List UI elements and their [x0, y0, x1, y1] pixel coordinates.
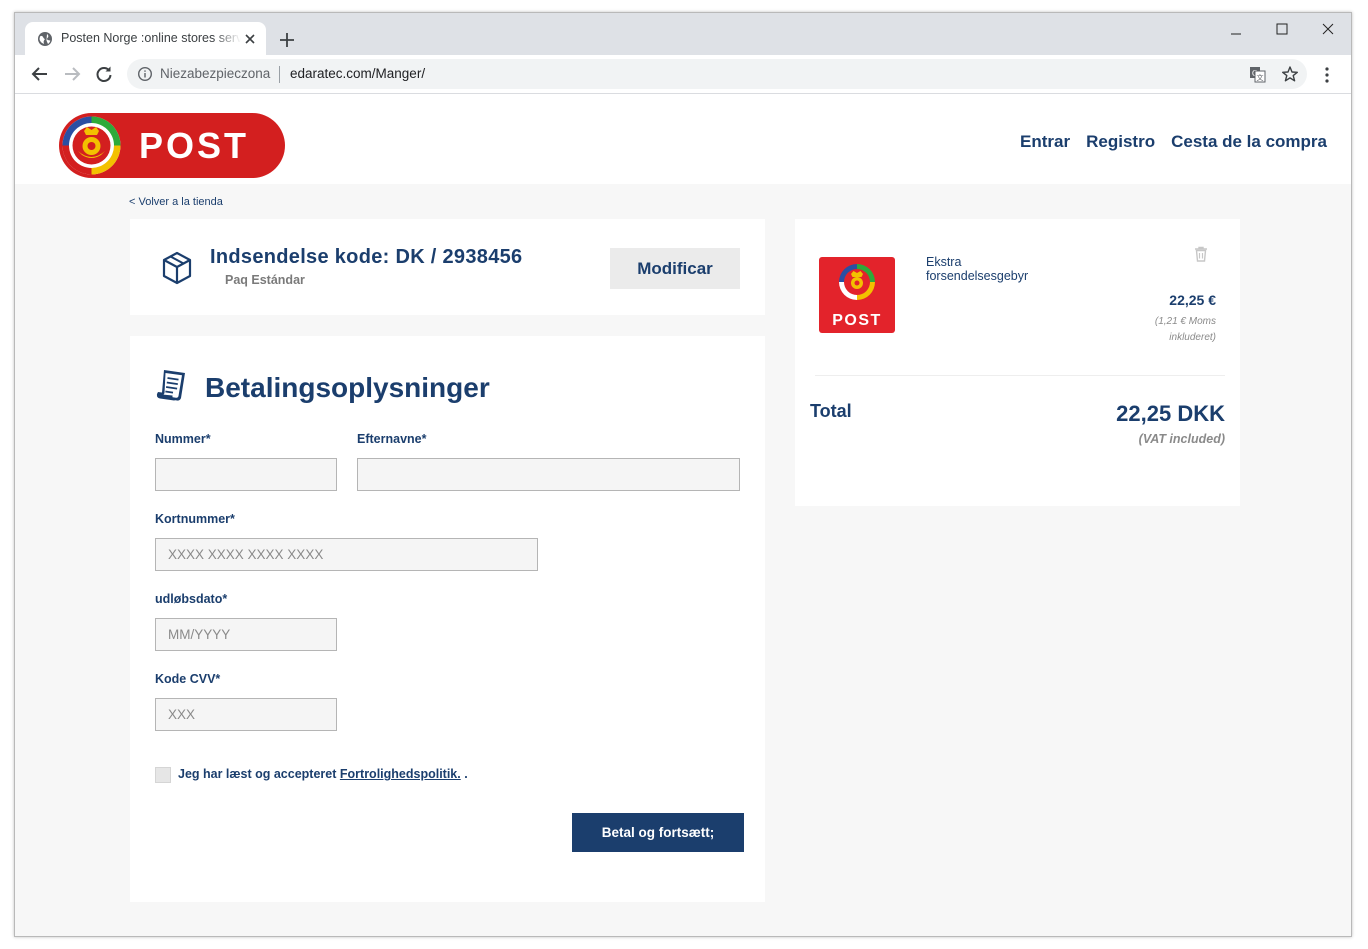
order-summary-card: POST Ekstra forsendelsesgebyr 22,25 € (1… [795, 219, 1240, 506]
nav-register[interactable]: Registro [1086, 132, 1155, 151]
consent-text: Jeg har læst og accepteret Fortroligheds… [178, 767, 468, 781]
security-label: Niezabezpieczona [160, 66, 271, 81]
new-tab-icon[interactable] [277, 30, 297, 50]
bookmark-star-icon[interactable] [1281, 65, 1299, 83]
post-logo[interactable]: POST [59, 113, 285, 178]
card-number-label: Kortnummer* [155, 512, 235, 526]
cvv-input[interactable] [155, 698, 337, 731]
first-name-input[interactable] [155, 458, 337, 491]
back-to-store-link[interactable]: < Volver a la tienda [129, 196, 223, 208]
url-text[interactable]: edaratec.com/Manger/ [290, 66, 425, 81]
trash-icon[interactable] [1194, 246, 1208, 262]
browser-toolbar: Niezabezpieczona edaratec.com/Manger/ G … [15, 55, 1351, 94]
modify-button[interactable]: Modificar [610, 248, 740, 289]
browser-window: Posten Norge :online stores services [14, 12, 1352, 937]
receipt-icon [156, 370, 185, 401]
item-name: Ekstra forsendelsesgebyr [926, 255, 1029, 283]
reload-icon[interactable] [93, 63, 115, 85]
package-icon [162, 251, 192, 285]
window-close-icon[interactable] [1305, 19, 1351, 49]
minimize-icon[interactable] [1213, 19, 1259, 49]
privacy-policy-link[interactable]: Fortrolighedspolitik. [340, 767, 461, 781]
shipment-service: Paq Estándar [225, 273, 305, 287]
privacy-checkbox[interactable] [155, 767, 171, 783]
shipment-card: Indsendelse kode: DK / 2938456 Paq Están… [130, 219, 765, 315]
maximize-icon[interactable] [1259, 19, 1305, 49]
address-separator [279, 66, 280, 83]
browser-tab[interactable]: Posten Norge :online stores services [25, 22, 266, 55]
first-name-label: Nummer* [155, 432, 211, 446]
cvv-label: Kode CVV* [155, 672, 221, 686]
address-bar[interactable]: Niezabezpieczona edaratec.com/Manger/ G … [127, 59, 1307, 89]
logo-text: POST [139, 125, 249, 166]
nav-login[interactable]: Entrar [1020, 132, 1070, 151]
nav-cart[interactable]: Cesta de la compra [1171, 132, 1327, 151]
web-page: POST Entrar Registro Cesta de la compra < … [15, 94, 1351, 936]
shipment-code-title: Indsendelse kode: DK / 2938456 [210, 246, 523, 268]
last-name-label: Efternavne* [357, 432, 427, 446]
expiry-label: udløbsdato* [155, 592, 228, 606]
tab-title: Posten Norge :online stores services [61, 31, 241, 45]
payment-title: Betalingsoplysninger [205, 372, 490, 403]
last-name-input[interactable] [357, 458, 740, 491]
top-nav: Entrar Registro Cesta de la compra [1004, 132, 1327, 152]
consent-end: . [464, 767, 468, 781]
forward-arrow-icon[interactable] [61, 63, 83, 85]
item-vat-note: (1,21 € Moms inkluderet) [1154, 316, 1216, 343]
info-icon[interactable] [137, 66, 153, 82]
close-icon[interactable] [241, 30, 259, 48]
site-header: POST Entrar Registro Cesta de la compra [15, 94, 1351, 184]
tab-strip: Posten Norge :online stores services [15, 13, 1351, 55]
summary-divider [815, 375, 1225, 376]
total-label: Total [810, 401, 852, 421]
expiry-input[interactable] [155, 618, 337, 651]
pay-and-continue-button[interactable]: Betal og fortsætt; [572, 813, 744, 852]
globe-icon [38, 32, 52, 46]
product-post-logo: POST [819, 257, 895, 333]
total-amount: 22,25 DKK [1116, 401, 1225, 426]
back-arrow-icon[interactable] [29, 63, 51, 85]
card-number-input[interactable] [155, 538, 538, 571]
translate-icon[interactable]: G 文 [1249, 66, 1266, 83]
total-vat-note: (VAT included) [1138, 432, 1225, 446]
svg-text:文: 文 [1257, 73, 1264, 82]
menu-dots-icon[interactable] [1317, 65, 1337, 85]
product-logo-text: POST [832, 312, 882, 329]
payment-card: Betalingsoplysninger Nummer* Efternavne*… [130, 336, 765, 902]
consent-label: Jeg har læst og accepteret [178, 767, 337, 781]
item-price: 22,25 € [1169, 292, 1216, 308]
